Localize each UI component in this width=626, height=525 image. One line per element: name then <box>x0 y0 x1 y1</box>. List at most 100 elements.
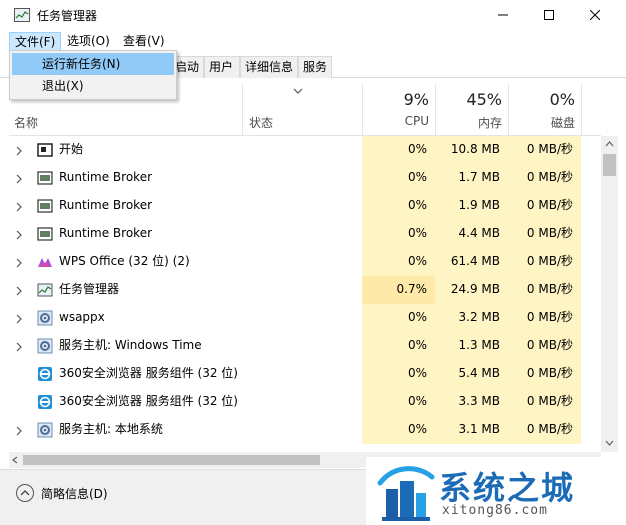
close-button[interactable] <box>572 0 618 30</box>
chevron-right-icon[interactable] <box>16 145 22 159</box>
column-disk[interactable]: 磁盘 <box>508 114 575 131</box>
column-name[interactable]: 名称 <box>14 114 38 131</box>
horizontal-scroll-thumb[interactable] <box>23 455 320 465</box>
vertical-scroll-thumb[interactable] <box>603 154 616 176</box>
menu-view[interactable]: 查看(V) <box>118 32 170 51</box>
vertical-scrollbar[interactable] <box>601 136 618 452</box>
disk-usage: 0 MB/秒 <box>508 304 581 332</box>
column-cpu[interactable]: CPU <box>362 114 429 128</box>
process-row[interactable]: Runtime Broker 0% 1.9 MB 0 MB/秒 <box>9 192 601 220</box>
chevron-right-icon[interactable] <box>16 425 22 439</box>
minimize-button[interactable] <box>480 0 526 30</box>
disk-usage: 0 MB/秒 <box>508 416 581 444</box>
maximize-button[interactable] <box>526 0 572 30</box>
chevron-right-icon[interactable] <box>16 257 22 271</box>
chevron-right-icon[interactable] <box>16 285 22 299</box>
process-list: 开始 0% 10.8 MB 0 MB/秒 Runtime Broker 0% 1.7 MB 0… <box>9 136 601 452</box>
memory-usage: 1.9 MB <box>435 192 508 220</box>
memory-total-percent: 45% <box>466 90 502 109</box>
app-window-icon <box>37 226 53 242</box>
file-menu-dropdown: 运行新任务(N) 退出(X) <box>9 50 177 100</box>
process-row[interactable]: 服务主机: 本地系统 0% 3.1 MB 0 MB/秒 <box>9 416 601 444</box>
process-name: Runtime Broker <box>59 198 153 212</box>
memory-usage: 5.4 MB <box>435 360 508 388</box>
tab-users[interactable]: 用户 <box>204 56 240 78</box>
cpu-usage: 0% <box>362 388 435 416</box>
disk-usage: 0 MB/秒 <box>508 136 581 164</box>
process-row[interactable]: wsappx 0% 3.2 MB 0 MB/秒 <box>9 304 601 332</box>
cpu-usage: 0% <box>362 220 435 248</box>
process-row[interactable]: Runtime Broker 0% 1.7 MB 0 MB/秒 <box>9 164 601 192</box>
cpu-usage: 0% <box>362 248 435 276</box>
process-row[interactable]: 服务主机: Windows Time 0% 1.3 MB 0 MB/秒 <box>9 332 601 360</box>
memory-usage: 3.2 MB <box>435 304 508 332</box>
collapse-icon[interactable] <box>16 484 34 502</box>
process-row[interactable]: Runtime Broker 0% 4.4 MB 0 MB/秒 <box>9 220 601 248</box>
chevron-right-icon[interactable] <box>16 229 22 243</box>
disk-usage: 0 MB/秒 <box>508 220 581 248</box>
memory-usage: 1.7 MB <box>435 164 508 192</box>
gear-icon <box>37 422 53 438</box>
chevron-right-icon[interactable] <box>16 173 22 187</box>
memory-usage: 1.3 MB <box>435 332 508 360</box>
process-name: Runtime Broker <box>59 170 153 184</box>
app-window-icon <box>37 170 53 186</box>
process-row[interactable]: 360安全浏览器 服务组件 (32 位) 0% 5.4 MB 0 MB/秒 <box>9 360 601 388</box>
gear-icon <box>37 338 53 354</box>
cpu-usage: 0.7% <box>362 276 435 304</box>
cpu-usage: 0% <box>362 360 435 388</box>
process-row[interactable]: 任务管理器 0.7% 24.9 MB 0 MB/秒 <box>9 276 601 304</box>
process-name: 服务主机: Windows Time <box>59 338 202 352</box>
column-status[interactable]: 状态 <box>249 114 273 131</box>
process-row[interactable]: 开始 0% 10.8 MB 0 MB/秒 <box>9 136 601 164</box>
360-browser-icon <box>37 366 53 382</box>
scroll-up-icon[interactable] <box>605 141 614 147</box>
column-divider <box>581 84 582 136</box>
process-name: 360安全浏览器 服务组件 (32 位) <box>59 394 238 408</box>
task-manager-icon <box>37 282 53 298</box>
process-row[interactable]: 360安全浏览器 服务组件 (32 位) 0% 3.3 MB 0 MB/秒 <box>9 388 601 416</box>
run-new-task-item[interactable]: 运行新任务(N) <box>12 53 174 75</box>
process-name: 服务主机: 本地系统 <box>59 422 163 436</box>
disk-usage: 0 MB/秒 <box>508 360 581 388</box>
process-name: 开始 <box>59 142 84 156</box>
process-row[interactable]: WPS Office (32 位) (2) 0% 61.4 MB 0 MB/秒 <box>9 248 601 276</box>
menu-options[interactable]: 选项(O) <box>62 32 115 51</box>
chevron-right-icon[interactable] <box>16 313 22 327</box>
menu-bar: 文件(F) 选项(O) 查看(V) <box>0 30 626 52</box>
cpu-usage: 0% <box>362 304 435 332</box>
column-divider <box>242 84 243 136</box>
disk-usage: 0 MB/秒 <box>508 192 581 220</box>
fewer-details-button[interactable]: 简略信息(D) <box>41 485 108 502</box>
gear-icon <box>37 310 53 326</box>
disk-usage: 0 MB/秒 <box>508 248 581 276</box>
scroll-down-icon[interactable] <box>605 440 614 446</box>
process-name: 360安全浏览器 服务组件 (32 位) <box>59 366 238 380</box>
scroll-left-icon[interactable] <box>12 456 18 464</box>
cpu-total-percent: 9% <box>403 90 429 109</box>
wps-icon <box>37 254 53 270</box>
disk-usage: 0 MB/秒 <box>508 164 581 192</box>
disk-total-percent: 0% <box>549 90 575 109</box>
cpu-usage: 0% <box>362 192 435 220</box>
title-bar: 任务管理器 <box>0 0 626 30</box>
memory-usage: 61.4 MB <box>435 248 508 276</box>
exit-item[interactable]: 退出(X) <box>12 75 174 97</box>
app-window-icon <box>37 198 53 214</box>
memory-usage: 10.8 MB <box>435 136 508 164</box>
tab-details[interactable]: 详细信息 <box>240 56 298 78</box>
menu-file[interactable]: 文件(F) <box>9 32 62 51</box>
tab-services[interactable]: 服务 <box>298 56 332 78</box>
watermark: 系统之城 xitong86.com <box>366 457 626 525</box>
window-title: 任务管理器 <box>37 9 98 23</box>
cpu-usage: 0% <box>362 164 435 192</box>
chevron-right-icon[interactable] <box>16 341 22 355</box>
memory-usage: 3.1 MB <box>435 416 508 444</box>
memory-usage: 3.3 MB <box>435 388 508 416</box>
cpu-usage: 0% <box>362 416 435 444</box>
process-name: WPS Office (32 位) (2) <box>59 254 190 268</box>
chevron-right-icon[interactable] <box>16 201 22 215</box>
watermark-url: xitong86.com <box>442 503 548 518</box>
process-name: wsappx <box>59 310 105 324</box>
column-memory[interactable]: 内存 <box>435 114 502 131</box>
